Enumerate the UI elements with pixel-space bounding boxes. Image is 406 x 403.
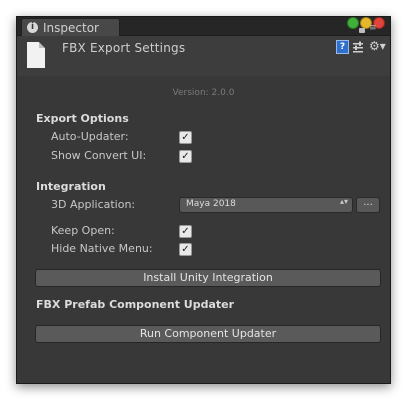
hide-native-menu-label: Hide Native Menu:: [51, 242, 153, 255]
3d-application-label: 3D Application:: [51, 198, 136, 211]
version-label: Version: 2.0.0: [172, 88, 235, 98]
prefab-updater-title: FBX Prefab Component Updater: [36, 298, 235, 311]
browse-button[interactable]: ...: [356, 197, 380, 213]
3d-application-dropdown[interactable]: Maya 2018 ▴▾: [179, 197, 353, 213]
dropdown-arrows-icon: ▴▾: [339, 197, 348, 206]
inspector-header: FBX Export Settings ? ⚙▾: [17, 36, 390, 76]
info-icon: i: [27, 22, 38, 33]
page-title: FBX Export Settings: [62, 41, 186, 55]
keep-open-label: Keep Open:: [51, 224, 115, 237]
help-icon[interactable]: ?: [336, 40, 349, 54]
tab-bar: i Inspector ≡: [17, 17, 390, 36]
tab-menu-icon[interactable]: ≡: [369, 24, 377, 33]
auto-updater-checkbox[interactable]: ✓: [179, 131, 192, 144]
preset-icon[interactable]: [352, 40, 364, 54]
keep-open-checkbox[interactable]: ✓: [179, 225, 192, 238]
export-options-title: Export Options: [36, 112, 129, 125]
show-convert-ui-checkbox[interactable]: ✓: [179, 150, 192, 163]
tab-inspector-label: Inspector: [43, 20, 99, 35]
show-convert-ui-label: Show Convert UI:: [51, 149, 147, 162]
hide-native-menu-checkbox[interactable]: ✓: [179, 243, 192, 256]
run-component-updater-button[interactable]: Run Component Updater: [35, 325, 381, 343]
lock-icon[interactable]: [359, 28, 365, 33]
file-icon: [27, 42, 45, 68]
inspector-window: i Inspector ≡ FBX Export Settings ? ⚙▾ V…: [16, 16, 391, 384]
gear-icon[interactable]: ⚙▾: [369, 39, 386, 53]
3d-application-value: Maya 2018: [186, 199, 236, 209]
auto-updater-label: Auto-Updater:: [51, 130, 129, 143]
tab-inspector[interactable]: i Inspector: [21, 18, 120, 36]
integration-title: Integration: [36, 180, 106, 193]
maximize-window-button[interactable]: [347, 17, 359, 29]
install-unity-integration-button[interactable]: Install Unity Integration: [35, 269, 381, 287]
